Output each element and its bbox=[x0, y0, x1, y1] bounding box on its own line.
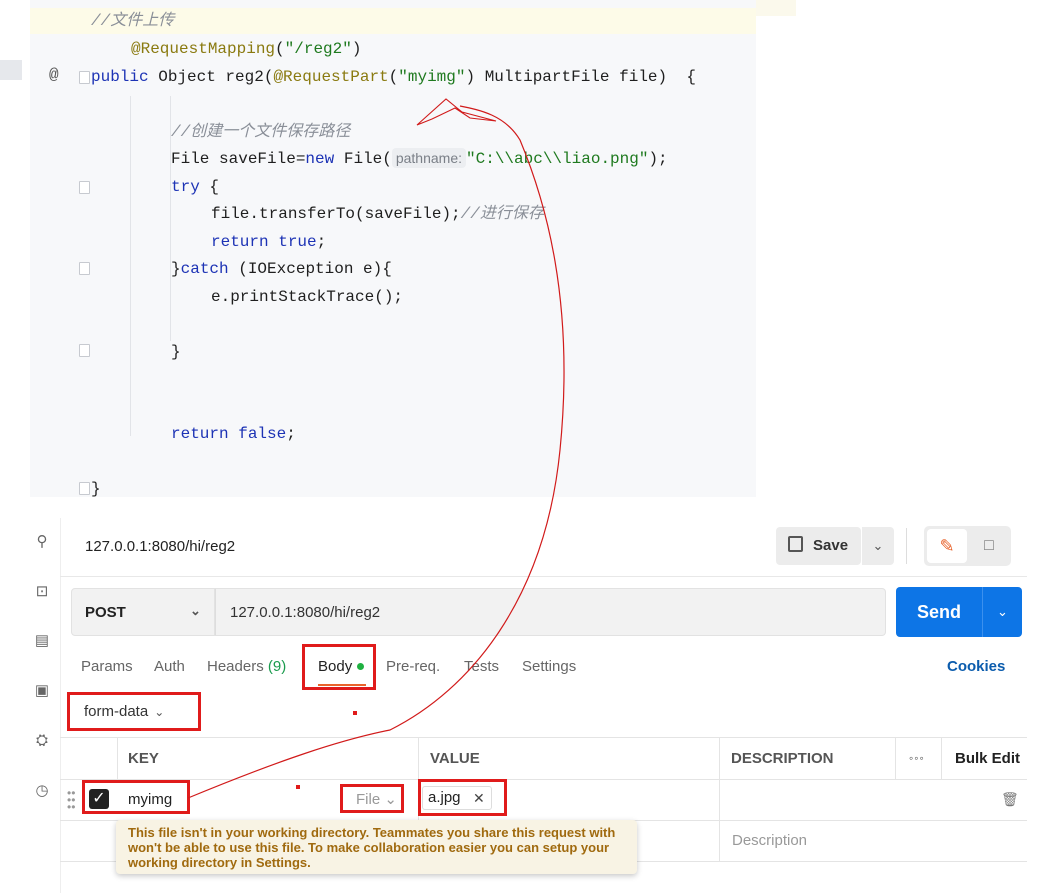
annotation-arrow bbox=[187, 98, 565, 799]
annotation-arrow-line bbox=[187, 105, 565, 799]
